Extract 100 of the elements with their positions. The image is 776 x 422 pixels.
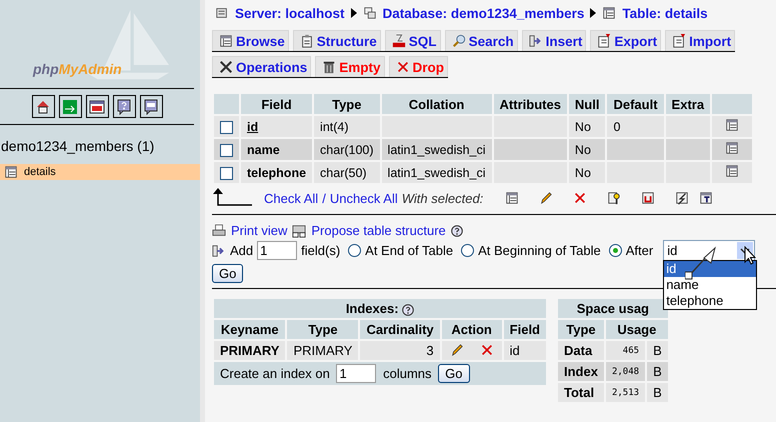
delete-icon	[480, 343, 494, 357]
exit-icon	[62, 98, 78, 114]
table-cell: Data	[558, 341, 604, 360]
table-cell: B	[647, 341, 668, 360]
column-header: Cardinality	[360, 320, 440, 339]
row-checkbox[interactable]	[220, 120, 233, 134]
database-icon	[362, 6, 377, 20]
column-header: Type	[558, 320, 604, 339]
column-header: Type	[314, 94, 380, 114]
index-icon	[675, 191, 690, 205]
server-icon	[215, 6, 229, 20]
radio-label: At End of Table	[365, 243, 454, 258]
import-icon	[672, 34, 686, 48]
dropdown-option[interactable]: name	[664, 277, 756, 293]
table-grid-icon	[292, 224, 306, 238]
table-cell: latin1_swedish_ci	[382, 162, 492, 183]
go-button[interactable]: Go	[212, 264, 244, 283]
exit-button[interactable]	[58, 95, 82, 118]
help-icon	[116, 98, 132, 114]
tab[interactable]: Operations	[212, 56, 312, 77]
table-list-item[interactable]: details	[0, 164, 200, 180]
table-cell	[607, 139, 664, 160]
breadcrumb-link[interactable]: Database: demo1234_members	[382, 6, 584, 20]
breadcrumb-link[interactable]: Table: details	[622, 6, 708, 20]
column-header: Field	[241, 94, 312, 114]
help-button[interactable]	[112, 95, 136, 118]
breadcrumb-arrow-icon	[350, 8, 357, 18]
table-cell: No	[568, 116, 606, 137]
help-icon[interactable]	[450, 224, 463, 236]
column-header: Default	[607, 94, 664, 114]
go-button[interactable]: Go	[438, 364, 470, 383]
tab[interactable]: Import	[665, 30, 736, 51]
delete-icon	[396, 60, 410, 74]
indexes-title: Indexes:	[214, 299, 546, 318]
database-link[interactable]: demo1234_members (1)	[0, 138, 200, 154]
table-icon	[602, 6, 616, 20]
column-header: Field	[504, 320, 546, 339]
export-icon	[597, 34, 612, 48]
field-count-input[interactable]: 1	[257, 241, 298, 260]
chevron-down-icon	[740, 248, 750, 254]
position-radio[interactable]	[461, 244, 474, 257]
separator-text: /	[322, 190, 326, 206]
position-radio[interactable]	[608, 244, 622, 257]
table-header	[214, 94, 239, 114]
radio-label: At Beginning of Table	[478, 243, 601, 258]
column-header: Extra	[666, 94, 710, 114]
search-icon	[452, 34, 466, 48]
table-cell: No	[568, 139, 606, 160]
sql-icon	[392, 34, 406, 48]
column-count-input[interactable]: 1	[336, 364, 376, 383]
home-button[interactable]	[32, 95, 54, 118]
table-cell: char(50)	[314, 162, 380, 183]
tab[interactable]: Structure	[292, 30, 381, 51]
space-usage-title: Space usag	[558, 299, 668, 318]
key-icon	[607, 191, 622, 205]
check-all-link[interactable]: Check All	[264, 190, 318, 206]
table-cell: char(100)	[314, 139, 380, 160]
sql-query-button[interactable]	[86, 95, 108, 118]
table-cell: PRIMARY	[287, 341, 358, 360]
tab[interactable]: Search	[444, 30, 518, 51]
row-checkbox[interactable]	[220, 144, 233, 157]
table-cell: 2,513	[606, 383, 646, 402]
table-icon	[4, 165, 18, 179]
column-header: Usage	[606, 320, 668, 339]
uncheck-all-link[interactable]: Uncheck All	[330, 190, 398, 206]
action-link[interactable]: Propose table structure	[311, 223, 446, 238]
with-selected-label: With selected:	[402, 190, 484, 206]
action-link[interactable]: Print view	[231, 223, 288, 238]
columns-label: columns	[383, 366, 432, 381]
clipboard-icon	[300, 34, 314, 48]
table-cell: 0	[607, 116, 664, 137]
table-cell	[666, 139, 710, 160]
table-cell: No	[568, 162, 606, 183]
table-cell: PRIMARY	[214, 341, 286, 360]
tab[interactable]: SQL	[384, 30, 441, 51]
sql-docs-button[interactable]	[140, 95, 162, 118]
sql-window-icon	[89, 98, 105, 114]
dropdown-option[interactable]: id	[664, 261, 756, 277]
position-radio[interactable]	[348, 244, 362, 257]
table-cell: Index	[558, 362, 604, 381]
table-icon	[725, 164, 740, 178]
table-icon	[725, 141, 740, 155]
column-header: Keyname	[214, 320, 286, 339]
breadcrumb-arrow-icon	[590, 8, 596, 18]
tab[interactable]: Browse	[212, 30, 289, 51]
column-header: Collation	[382, 94, 492, 114]
table-cell: 465	[606, 341, 646, 360]
table-icon	[505, 191, 520, 205]
help-icon[interactable]	[402, 304, 414, 316]
phpmyadmin-logo: phpMyAdmin	[33, 61, 122, 77]
tab[interactable]: Export	[590, 30, 662, 51]
row-checkbox[interactable]	[220, 166, 233, 180]
table-cell: B	[647, 362, 668, 381]
tab[interactable]: Insert	[522, 30, 586, 51]
table-cell: 3	[360, 341, 440, 360]
pencil-icon	[450, 343, 464, 357]
breadcrumb-link[interactable]: Server: localhost	[235, 6, 345, 20]
column-header: Attributes	[494, 94, 567, 114]
table-cell: 2,048	[606, 362, 646, 381]
delete-icon	[573, 191, 588, 205]
